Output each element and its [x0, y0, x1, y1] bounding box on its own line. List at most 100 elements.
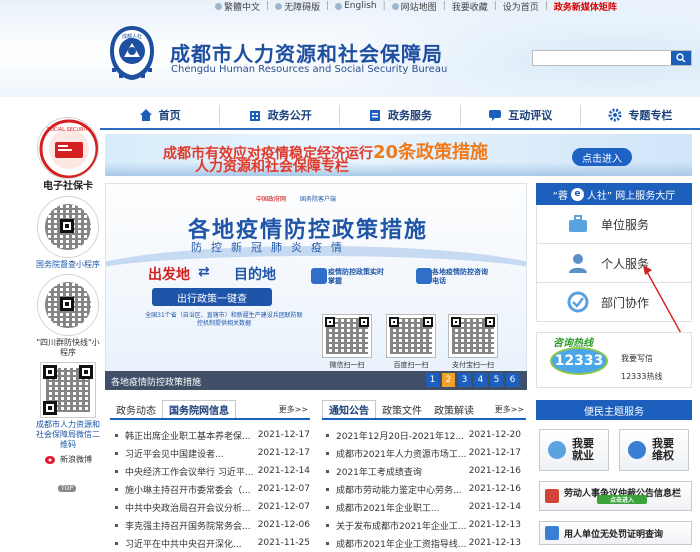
news-title[interactable]: 中央经济工作会议举行 习近平...	[125, 465, 253, 478]
news-title[interactable]: 关于发布成都市2021年企业工...	[336, 519, 467, 532]
nav-gov-affairs[interactable]: 政务公开	[220, 105, 341, 125]
slider-page-4[interactable]: 4	[474, 373, 487, 387]
news-title[interactable]: 成都市劳动能力鉴定中心劳务...	[336, 483, 462, 496]
slider-page-1[interactable]: 1	[426, 373, 439, 387]
briefcase-icon	[567, 213, 589, 235]
news-date: 2021-12-14	[468, 502, 521, 512]
news-item[interactable]: 成都市劳动能力鉴定中心劳务... 2021-12-16	[326, 480, 521, 498]
qr-sichuan[interactable]: "四川群防快线"小程序	[33, 274, 103, 358]
employment-button[interactable]: 我要 就业	[539, 429, 609, 471]
sitemap-link[interactable]: 网站地图	[391, 0, 437, 13]
clipboard-icon	[370, 110, 380, 121]
handshake-icon	[548, 441, 566, 459]
hotline-link[interactable]: 12333热线	[621, 371, 662, 382]
arbitration-bulletin[interactable]: 劳动人事争议仲裁公告信息栏 点击进入	[539, 481, 692, 511]
news-slider[interactable]: 中国政府网 国务院客户端 各地疫情防控政策措施 防控新冠肺炎疫情 出发地 ⇄ 目的…	[105, 183, 527, 389]
news-item[interactable]: 成都市2021年企业工资指导线... 2021-12-13	[326, 534, 521, 552]
nav-home[interactable]: 首页	[100, 105, 221, 125]
accessibility-link[interactable]: 无障碍版	[275, 0, 320, 13]
qr-gov-inspection[interactable]: 国务院督查小程序	[33, 196, 103, 270]
new-media-matrix-link[interactable]: 政务新媒体矩阵	[554, 0, 617, 13]
service-unit[interactable]: 单位服务	[536, 205, 692, 244]
news-item[interactable]: 成都市2021年人力资源市场工... 2021-12-17	[326, 444, 521, 462]
bullet-icon	[115, 523, 118, 527]
nav-interaction[interactable]: 互动评议	[461, 105, 581, 125]
news-title[interactable]: 2021年工考成绩查询	[336, 465, 422, 478]
slider-caption[interactable]: 各地疫情防控政策措施	[111, 375, 201, 388]
news-title[interactable]: 2021年12月20日-2021年12...	[336, 429, 464, 442]
write-letter-link[interactable]: 我要写信	[621, 353, 653, 364]
bullet-icon	[115, 505, 118, 509]
tab-policy-docs[interactable]: 政策文件	[376, 400, 428, 418]
tab-policy-interpret[interactable]: 政策解读	[428, 400, 480, 418]
arbitration-enter-button[interactable]: 点击进入	[597, 495, 647, 504]
news-item[interactable]: 中共中央政治局召开会议分析... 2021-12-07	[115, 498, 310, 516]
bookmark-link[interactable]: 我要收藏	[452, 0, 488, 13]
news-title[interactable]: 成都市2021年企业工资指导线...	[336, 537, 467, 550]
bulletin-icon	[545, 489, 559, 503]
news-title[interactable]: 习近平在中共中央召开深化...	[125, 537, 242, 550]
news-list-1: 韩正出席企业职工基本养老保... 2021-12-17 习近平会见中国建设者... 2…	[115, 426, 310, 552]
news-title[interactable]: 成都市2021年企业职工...	[336, 501, 440, 514]
qr1-label: 国务院督查小程序	[36, 260, 100, 269]
slider-note: 全国31个省（自治区、直辖市）和新疆生产建设兵团联防联控机制提供相关数据	[145, 312, 303, 327]
set-homepage-link[interactable]: 设为首页	[503, 0, 539, 13]
slider-page-3[interactable]: 3	[458, 373, 471, 387]
news-item[interactable]: 中央经济工作会议举行 习近平... 2021-12-14	[115, 462, 310, 480]
news-title[interactable]: 中共中央政治局召开会议分析...	[125, 501, 251, 514]
rights-button[interactable]: 我要 维权	[619, 429, 689, 471]
tab-gov-dynamics[interactable]: 政务动态	[110, 400, 162, 418]
qr-wechat[interactable]: 成都市人力资源和社会保障局微信二维码	[33, 362, 103, 450]
slider-oneclick: 出行政策一键查	[152, 288, 272, 306]
news-title[interactable]: 韩正出席企业职工基本养老保...	[125, 429, 251, 442]
news-item[interactable]: 习近平会见中国建设者... 2021-12-17	[115, 444, 310, 462]
news-item[interactable]: 施小琳主持召开市委常委会（... 2021-12-07	[115, 480, 310, 498]
weibo-link[interactable]: 新浪微博	[33, 453, 103, 465]
svg-text:成都人社: 成都人社	[122, 33, 142, 40]
home-icon	[139, 109, 152, 121]
news2-more-link[interactable]: 更多>>	[495, 404, 524, 415]
english-icon	[335, 2, 343, 10]
news-item[interactable]: 韩正出席企业职工基本养老保... 2021-12-17	[115, 426, 310, 444]
news-item[interactable]: 2021年12月20日-2021年12... 2021-12-20	[326, 426, 521, 444]
slider-page-6[interactable]: 6	[506, 373, 519, 387]
search-input[interactable]	[533, 51, 671, 65]
svg-text:SOCIAL SECURITY: SOCIAL SECURITY	[47, 127, 92, 133]
news1-more-link[interactable]: 更多>>	[279, 404, 308, 415]
news-title[interactable]: 李克强主持召开国务院常务会...	[125, 519, 251, 532]
bullet-icon	[326, 505, 329, 509]
qr-label-alipay: 支付宝扫一扫	[452, 361, 494, 369]
news-item[interactable]: 李克强主持召开国务院常务会... 2021-12-06	[115, 516, 310, 534]
nav-special-topics[interactable]: 专题专栏	[581, 105, 700, 125]
news-item[interactable]: 2021年工考成绩查询 2021-12-16	[326, 462, 521, 480]
bullet-icon	[326, 433, 329, 437]
no-penalty-query[interactable]: 用人单位无处罚证明查询	[539, 521, 692, 545]
tab-state-council[interactable]: 国务院网信息	[162, 400, 236, 418]
banner-highlight: 20条政策措施	[373, 142, 489, 163]
banner-enter-button[interactable]: 点击进入	[572, 148, 632, 166]
hotline-block: 咨询热线 12333 我要写信 12333热线	[536, 332, 692, 388]
news-item[interactable]: 成都市2021年企业职工... 2021-12-14	[326, 498, 521, 516]
news-date: 2021-12-14	[257, 466, 310, 476]
qr-label-wechat: 微信扫一扫	[329, 361, 365, 369]
hotline-number-badge[interactable]: 12333	[550, 347, 608, 375]
slider-svc2: 各地疫情防控咨询电话	[432, 268, 488, 285]
policy-banner[interactable]: 成都市有效应对疫情稳定经济运行20条政策措施 人力资源和社会保障专栏 点击进入	[105, 134, 692, 176]
news-item[interactable]: 习近平在中共中央召开深化... 2021-11-25	[115, 534, 310, 552]
english-link[interactable]: English	[335, 1, 377, 11]
news-title[interactable]: 成都市2021年人力资源市场工...	[336, 447, 467, 460]
back-to-top-button[interactable]: TOP	[58, 485, 77, 492]
nav-gov-services[interactable]: 政务服务	[340, 105, 461, 125]
tab-notices[interactable]: 通知公告	[322, 400, 376, 418]
slider-page-2[interactable]: 2	[442, 373, 455, 387]
shield-icon	[628, 441, 646, 459]
slider-page-5[interactable]: 5	[490, 373, 503, 387]
news-tabs-2: 通知公告 政策文件 政策解读 更多>>	[322, 400, 526, 420]
lang-traditional-link[interactable]: 繁體中文	[215, 0, 260, 13]
search-button[interactable]	[671, 51, 691, 65]
news-title[interactable]: 习近平会见中国建设者...	[125, 447, 224, 460]
ecard-block[interactable]: SOCIAL SECURITY 电子社保卡	[33, 117, 103, 192]
news-item[interactable]: 关于发布成都市2021年企业工... 2021-12-13	[326, 516, 521, 534]
news-title[interactable]: 施小琳主持召开市委常委会（...	[125, 483, 251, 496]
bureau-logo[interactable]: 成都人社	[107, 24, 157, 82]
